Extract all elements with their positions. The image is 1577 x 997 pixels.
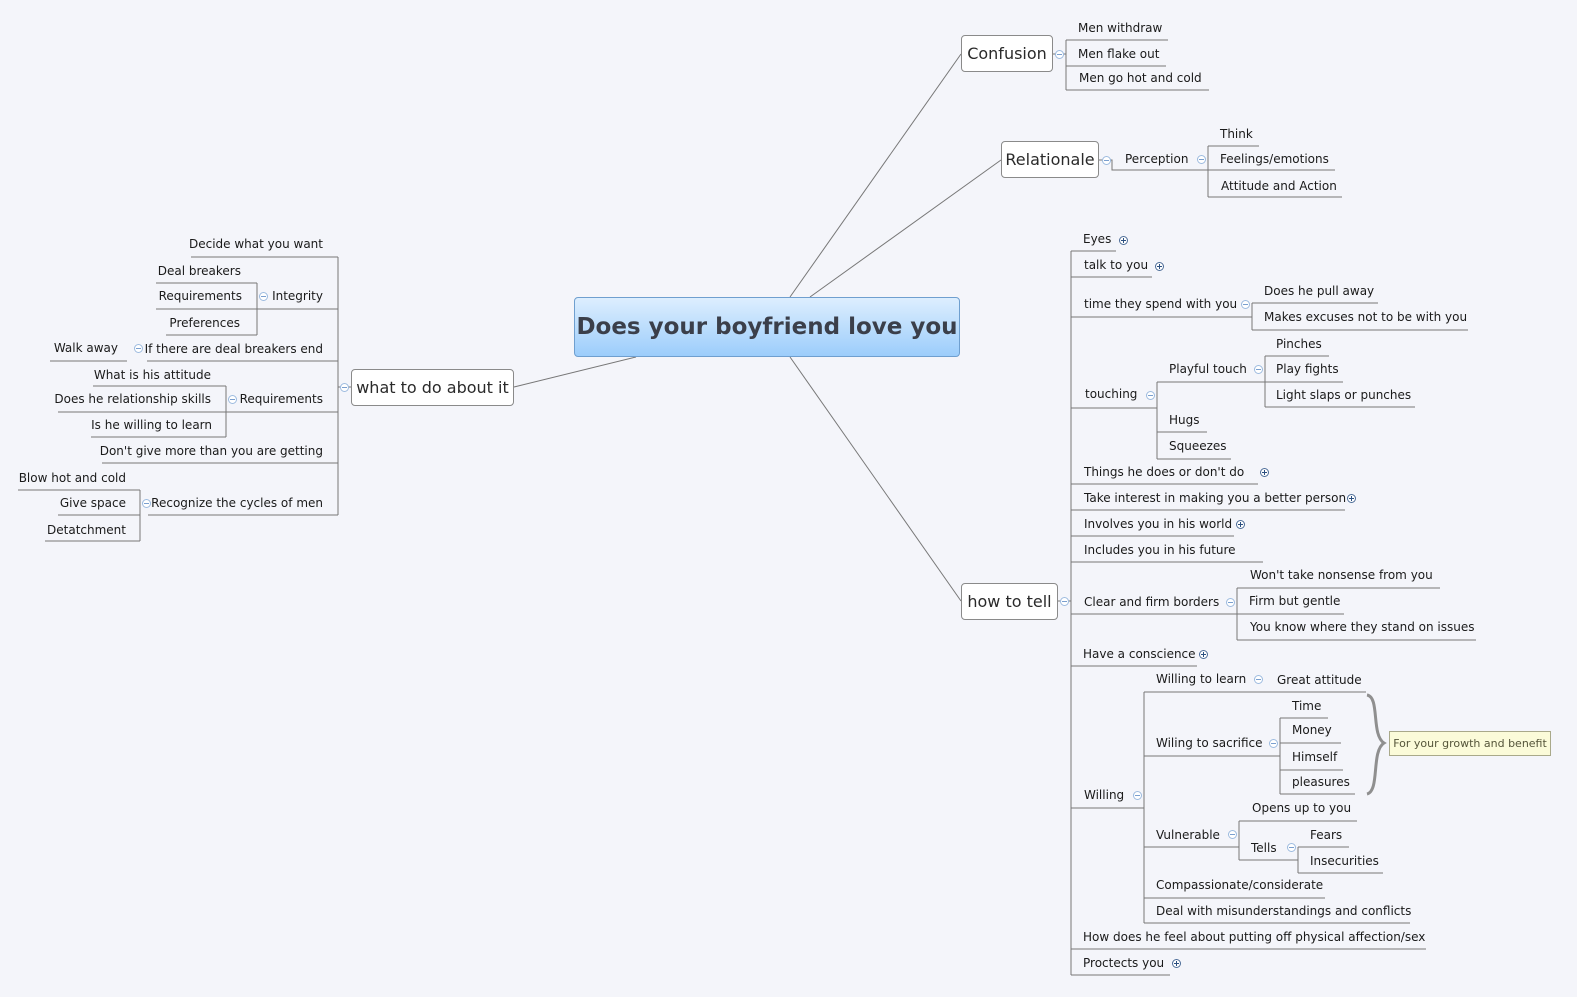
node-playful-touch[interactable]: Playful touch [1169, 362, 1247, 376]
node-requirements-sub[interactable]: Requirements [120, 289, 242, 303]
node-makes-excuses[interactable]: Makes excuses not to be with you [1264, 310, 1467, 324]
node-includes-you[interactable]: Includes you in his future [1084, 543, 1236, 557]
node-eyes[interactable]: Eyes [1083, 232, 1111, 246]
expand-icon[interactable] [1236, 520, 1245, 529]
collapse-icon[interactable] [340, 383, 349, 392]
node-blow-hot-cold[interactable]: Blow hot and cold [10, 471, 126, 485]
node-time-spent[interactable]: time they spend with you [1084, 297, 1237, 311]
node-conscience[interactable]: Have a conscience [1083, 647, 1196, 661]
node-relationship-skills[interactable]: Does he relationship skills [40, 392, 211, 406]
collapse-icon[interactable] [1228, 830, 1237, 839]
node-play-fights[interactable]: Play fights [1276, 362, 1339, 376]
collapse-icon[interactable] [1241, 300, 1250, 309]
node-men-flake-out[interactable]: Men flake out [1078, 47, 1159, 61]
node-decide-what-you-want[interactable]: Decide what you want [150, 237, 323, 251]
node-preferences[interactable]: Preferences [120, 316, 240, 330]
summary-note[interactable]: For your growth and benefit [1389, 731, 1551, 756]
node-men-hot-cold[interactable]: Men go hot and cold [1079, 71, 1202, 85]
node-requirements[interactable]: Requirements [220, 392, 323, 406]
expand-icon[interactable] [1260, 468, 1269, 477]
collapse-icon[interactable] [1060, 597, 1069, 606]
expand-icon[interactable] [1119, 236, 1128, 245]
node-deal-misunderstandings[interactable]: Deal with misunderstandings and conflict… [1156, 904, 1411, 918]
node-himself[interactable]: Himself [1292, 750, 1337, 764]
node-physical-affection[interactable]: How does he feel about putting off physi… [1083, 930, 1425, 944]
node-men-withdraw[interactable]: Men withdraw [1078, 21, 1162, 35]
topic-how-to-tell[interactable]: how to tell [961, 583, 1058, 620]
node-vulnerable[interactable]: Vulnerable [1156, 828, 1220, 842]
expand-icon[interactable] [1172, 959, 1181, 968]
node-think[interactable]: Think [1220, 127, 1253, 141]
node-compassionate[interactable]: Compassionate/considerate [1156, 878, 1323, 892]
node-detatchment[interactable]: Detatchment [10, 523, 126, 537]
node-willing[interactable]: Willing [1084, 788, 1124, 802]
topic-relationale[interactable]: Relationale [1001, 141, 1099, 178]
collapse-icon[interactable] [1197, 155, 1206, 164]
collapse-icon[interactable] [1287, 843, 1296, 852]
node-things-he-does[interactable]: Things he does or don't do [1084, 465, 1244, 479]
node-fears[interactable]: Fears [1310, 828, 1342, 842]
node-hugs[interactable]: Hugs [1169, 413, 1200, 427]
node-squeezes[interactable]: Squeezes [1169, 439, 1227, 453]
node-pinches[interactable]: Pinches [1276, 337, 1322, 351]
node-give-space[interactable]: Give space [10, 496, 126, 510]
collapse-icon[interactable] [1269, 739, 1278, 748]
node-perception[interactable]: Perception [1125, 152, 1188, 166]
node-involves-you[interactable]: Involves you in his world [1084, 517, 1232, 531]
node-wont-take-nonsense[interactable]: Won't take nonsense from you [1250, 568, 1433, 582]
node-deal-breakers[interactable]: Deal breakers [120, 264, 241, 278]
node-if-deal-breakers[interactable]: If there are deal breakers end [120, 342, 323, 356]
node-willing-to-learn[interactable]: Willing to learn [1156, 672, 1246, 686]
central-topic[interactable]: Does your boyfriend love you [574, 297, 960, 357]
collapse-icon[interactable] [1133, 791, 1142, 800]
node-know-where[interactable]: You know where they stand on issues [1250, 620, 1475, 634]
node-opens-up[interactable]: Opens up to you [1252, 801, 1351, 815]
node-time[interactable]: Time [1292, 699, 1321, 713]
node-feelings[interactable]: Feelings/emotions [1220, 152, 1329, 166]
collapse-icon[interactable] [1254, 675, 1263, 684]
node-protects-you[interactable]: Proctects you [1083, 956, 1164, 970]
collapse-icon[interactable] [1146, 391, 1155, 400]
node-clear-borders[interactable]: Clear and firm borders [1084, 595, 1219, 609]
collapse-icon[interactable] [1055, 50, 1064, 59]
expand-icon[interactable] [1347, 494, 1356, 503]
node-great-attitude[interactable]: Great attitude [1277, 673, 1362, 687]
node-touching[interactable]: touching [1085, 387, 1137, 401]
node-firm-gentle[interactable]: Firm but gentle [1249, 594, 1340, 608]
node-take-interest[interactable]: Take interest in making you a better per… [1084, 491, 1346, 505]
topic-confusion[interactable]: Confusion [961, 35, 1053, 72]
node-recognize-cycles[interactable]: Recognize the cycles of men [140, 496, 323, 510]
collapse-icon[interactable] [1102, 156, 1111, 165]
node-willing-sacrifice[interactable]: Wiling to sacrifice [1156, 736, 1263, 750]
collapse-icon[interactable] [1254, 365, 1263, 374]
node-his-attitude[interactable]: What is his attitude [40, 368, 211, 382]
node-talk-to-you[interactable]: talk to you [1084, 258, 1148, 272]
node-pleasures[interactable]: pleasures [1292, 775, 1350, 789]
node-attitude-action[interactable]: Attitude and Action [1221, 179, 1337, 193]
node-money[interactable]: Money [1292, 723, 1332, 737]
topic-what-to-do[interactable]: what to do about it [351, 369, 514, 406]
node-tells[interactable]: Tells [1251, 841, 1277, 855]
node-insecurities[interactable]: Insecurities [1310, 854, 1379, 868]
collapse-icon[interactable] [1226, 598, 1235, 607]
node-integrity[interactable]: Integrity [250, 289, 323, 303]
node-light-slaps[interactable]: Light slaps or punches [1276, 388, 1411, 402]
node-willing-to-learn-req[interactable]: Is he willing to learn [40, 418, 212, 432]
expand-icon[interactable] [1199, 650, 1208, 659]
expand-icon[interactable] [1155, 262, 1164, 271]
node-dont-give-more[interactable]: Don't give more than you are getting [80, 444, 323, 458]
node-pull-away[interactable]: Does he pull away [1264, 284, 1374, 298]
node-walk-away[interactable]: Walk away [20, 341, 118, 355]
